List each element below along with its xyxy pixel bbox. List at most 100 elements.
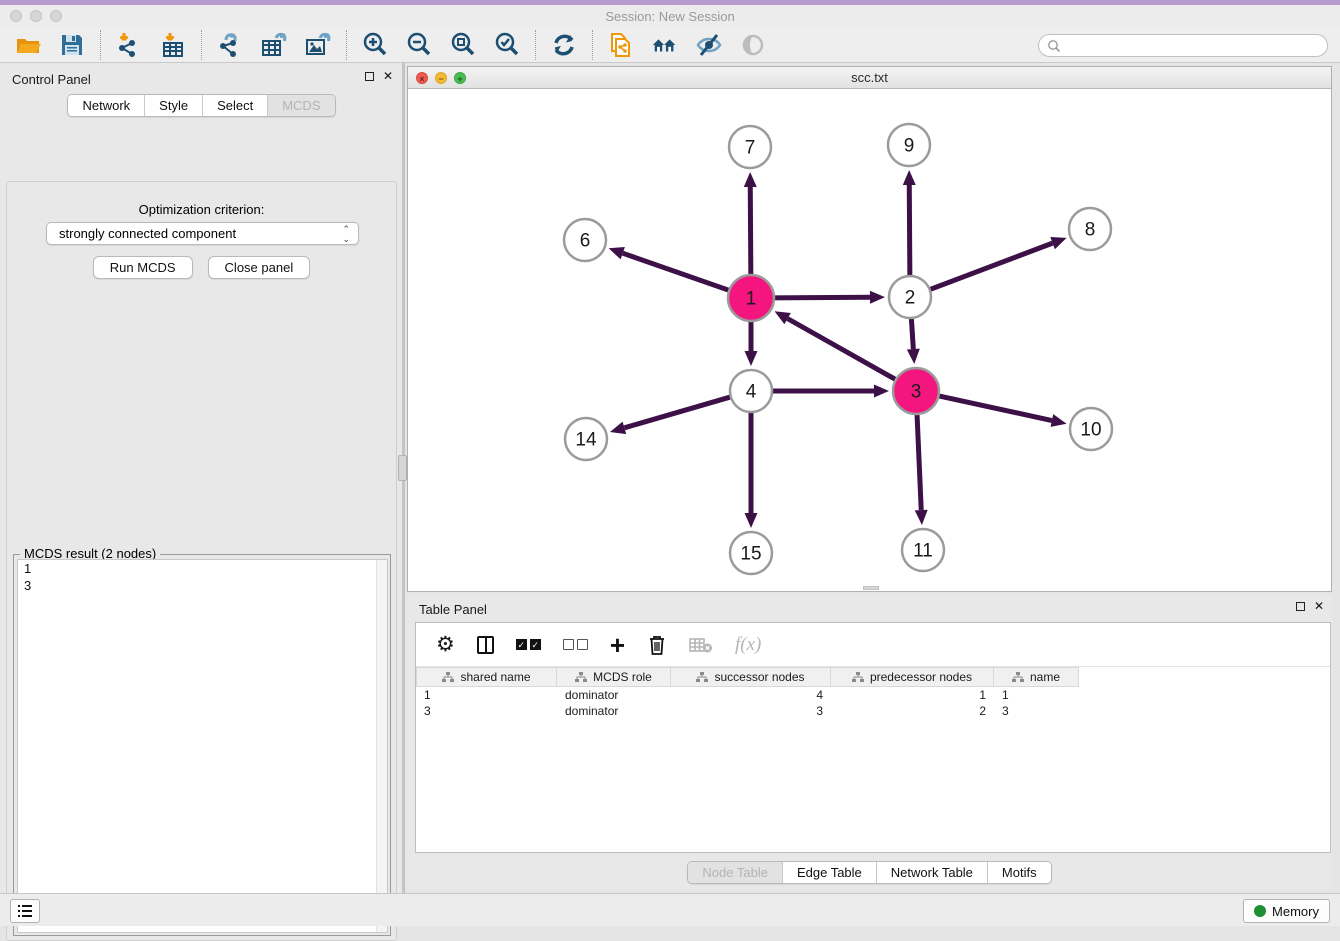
graph-node-label: 1	[746, 289, 757, 310]
table-cell[interactable]: 3	[994, 703, 1079, 719]
tab-mcds[interactable]: MCDS	[267, 95, 334, 116]
open-session-icon[interactable]	[14, 31, 42, 59]
column-header-successor-nodes[interactable]: successor nodes	[671, 667, 831, 687]
table-settings-icon[interactable]: ⚙	[436, 632, 455, 658]
table-panel: Table Panel ✕ ⚙ ✓✓ + f(x) shared nameMCD…	[407, 595, 1332, 890]
network-graph: 7968124314101511	[408, 89, 1331, 591]
export-table-icon[interactable]	[260, 31, 288, 59]
graph-edge-1-7[interactable]	[750, 187, 751, 277]
zoom-out-icon[interactable]	[405, 31, 433, 59]
graph-edge-arrowhead	[874, 385, 889, 398]
result-scrollbar[interactable]	[376, 560, 387, 932]
table-tab-node-table[interactable]: Node Table	[688, 862, 782, 883]
panel-splitter-handle[interactable]	[398, 455, 407, 481]
export-network-icon[interactable]	[216, 31, 244, 59]
float-panel-icon[interactable]	[365, 72, 374, 81]
close-table-panel-icon[interactable]: ✕	[1314, 602, 1324, 611]
table-cell[interactable]: 3	[671, 703, 831, 719]
network-window-titlebar[interactable]: × − + scc.txt	[408, 67, 1331, 89]
tab-select[interactable]: Select	[202, 95, 267, 116]
deselect-all-rows-icon[interactable]	[563, 632, 588, 658]
graph-edge-2-3[interactable]	[911, 316, 913, 349]
table-cell[interactable]: 1	[831, 687, 994, 703]
zoom-selected-icon[interactable]	[493, 31, 521, 59]
graph-node-label: 15	[740, 544, 761, 565]
task-list-icon	[17, 904, 33, 918]
graph-node-label: 10	[1080, 420, 1101, 441]
graph-edge-2-8[interactable]	[928, 243, 1053, 290]
graph-edge-2-9[interactable]	[909, 185, 910, 278]
show-all-icon[interactable]	[739, 31, 767, 59]
column-header-MCDS-role[interactable]: MCDS role	[557, 667, 671, 687]
zoom-in-icon[interactable]	[361, 31, 389, 59]
node-table-container: ⚙ ✓✓ + f(x) shared nameMCDS rolesuccesso…	[415, 622, 1331, 853]
graph-edge-1-6[interactable]	[623, 253, 731, 291]
tab-style[interactable]: Style	[144, 95, 202, 116]
zoom-fit-icon[interactable]	[449, 31, 477, 59]
graph-edge-1-2[interactable]	[772, 297, 870, 298]
graph-edge-3-1[interactable]	[788, 319, 898, 381]
table-cell[interactable]: 1	[416, 687, 557, 703]
task-history-button[interactable]	[10, 899, 40, 923]
table-cell[interactable]: 3	[416, 703, 557, 719]
graph-edge-4-14[interactable]	[624, 396, 732, 428]
delete-table-icon[interactable]	[689, 632, 713, 658]
mcds-result-item[interactable]: 3	[18, 577, 387, 594]
search-input[interactable]	[1061, 39, 1311, 53]
mcds-result-list[interactable]: 13	[17, 559, 388, 933]
graph-edge-arrowhead	[1050, 237, 1066, 249]
refresh-layout-icon[interactable]	[550, 31, 578, 59]
column-header-name[interactable]: name	[994, 667, 1079, 687]
tab-network[interactable]: Network	[68, 95, 144, 116]
optimization-criterion-select[interactable]: strongly connected component ⌃⌄	[46, 222, 359, 245]
graph-edge-3-10[interactable]	[937, 395, 1052, 420]
hide-selected-icon[interactable]	[695, 31, 723, 59]
memory-status-icon	[1254, 905, 1266, 917]
graph-node-label: 4	[746, 382, 757, 403]
table-header-row: shared nameMCDS rolesuccessor nodesprede…	[416, 667, 1330, 687]
delete-row-icon[interactable]	[647, 632, 667, 658]
table-cell[interactable]: 2	[831, 703, 994, 719]
float-table-panel-icon[interactable]	[1296, 602, 1305, 611]
first-neighbors-icon[interactable]	[651, 31, 679, 59]
table-toolbar: ⚙ ✓✓ + f(x)	[416, 623, 1330, 667]
graph-edge-3-11[interactable]	[917, 412, 921, 510]
column-header-shared-name[interactable]: shared name	[416, 667, 557, 687]
table-tab-motifs[interactable]: Motifs	[987, 862, 1051, 883]
table-row[interactable]: 1dominator411	[416, 687, 1330, 703]
table-cell[interactable]: 4	[671, 687, 831, 703]
network-canvas[interactable]: 7968124314101511	[408, 89, 1331, 591]
search-field[interactable]	[1038, 34, 1328, 57]
status-bar: Memory	[0, 893, 1340, 926]
close-panel-button[interactable]: Close panel	[208, 256, 311, 279]
add-row-icon[interactable]: +	[610, 632, 625, 658]
graph-node-label: 3	[911, 382, 922, 403]
column-header-predecessor-nodes[interactable]: predecessor nodes	[831, 667, 994, 687]
select-all-rows-icon[interactable]: ✓✓	[516, 632, 541, 658]
import-table-icon[interactable]	[159, 31, 187, 59]
memory-button[interactable]: Memory	[1243, 899, 1330, 923]
apply-function-icon[interactable]: f(x)	[735, 632, 761, 658]
search-icon	[1047, 39, 1061, 53]
table-tab-edge-table[interactable]: Edge Table	[782, 862, 876, 883]
mcds-result-group: MCDS result (2 nodes) 13	[13, 554, 391, 936]
graph-edge-arrowhead	[745, 351, 758, 366]
import-network-icon[interactable]	[115, 31, 143, 59]
table-row[interactable]: 3dominator323	[416, 703, 1330, 719]
run-mcds-button[interactable]: Run MCDS	[93, 256, 193, 279]
column-type-icon	[1012, 672, 1024, 683]
graph-edge-arrowhead	[870, 291, 885, 304]
close-panel-icon[interactable]: ✕	[383, 72, 393, 81]
table-cell[interactable]: dominator	[557, 703, 671, 719]
mcds-result-item[interactable]: 1	[18, 560, 387, 577]
table-tab-network-table[interactable]: Network Table	[876, 862, 987, 883]
save-session-icon[interactable]	[58, 31, 86, 59]
export-image-icon[interactable]	[304, 31, 332, 59]
graph-edge-arrowhead	[745, 513, 758, 528]
table-cell[interactable]: dominator	[557, 687, 671, 703]
table-cell[interactable]: 1	[994, 687, 1079, 703]
duplicate-network-icon[interactable]	[607, 31, 635, 59]
window-resize-grip[interactable]	[863, 586, 879, 590]
graph-edge-arrowhead	[744, 172, 757, 187]
show-columns-icon[interactable]	[477, 632, 494, 658]
